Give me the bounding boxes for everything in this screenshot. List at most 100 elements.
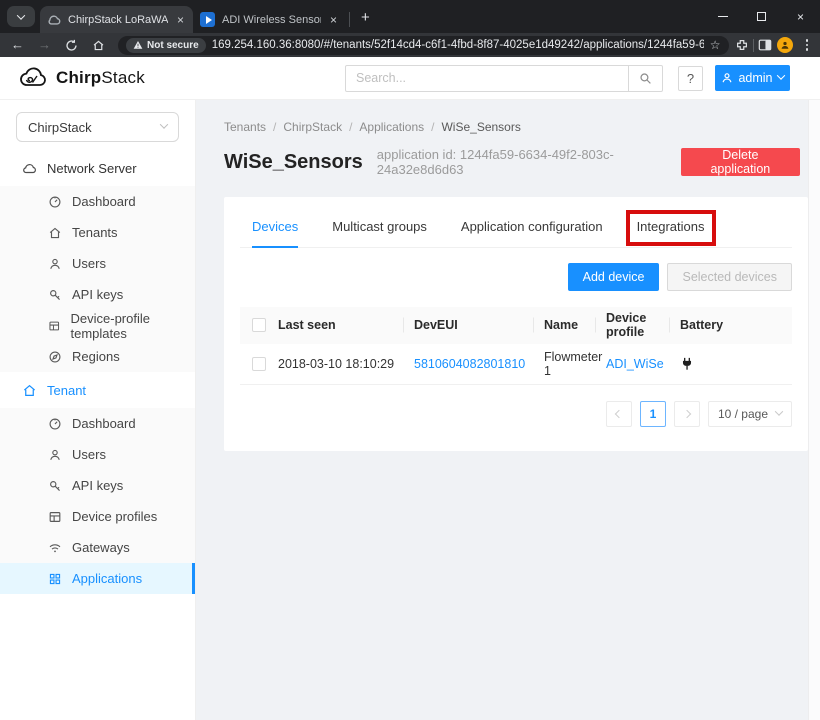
close-icon[interactable]: × (175, 13, 186, 27)
search-icon (639, 72, 652, 85)
selected-devices-button: Selected devices (667, 263, 792, 291)
tab-application-configuration[interactable]: Application configuration (461, 215, 603, 247)
not-secure-badge[interactable]: Not secure (126, 38, 206, 53)
tab-title: ChirpStack LoRaWAN® Networ (68, 14, 168, 26)
sidebar-item-tenant-dashboard[interactable]: Dashboard (0, 408, 195, 439)
back-button[interactable]: ← (4, 33, 31, 57)
wifi-icon (48, 541, 62, 555)
home-button[interactable] (85, 39, 112, 52)
table-header: Last seen DevEUI Name Device profile Bat… (240, 307, 792, 343)
app-header: ChirpStack ? admin (0, 57, 820, 100)
grid-icon (48, 319, 61, 333)
key-icon (48, 479, 62, 493)
main-content: Tenants/ChirpStack/Applications/WiSe_Sen… (196, 100, 808, 720)
page-number-button[interactable]: 1 (640, 401, 666, 427)
breadcrumb-applications[interactable]: Applications (359, 120, 424, 134)
toolbar-divider (753, 39, 754, 52)
forward-button: → (31, 33, 58, 57)
column-battery[interactable]: Battery (680, 318, 792, 332)
minimize-button[interactable] (703, 0, 742, 33)
page-size-select[interactable]: 10 / page (708, 401, 792, 427)
deveui-link[interactable]: 5810604082801810 (414, 357, 525, 371)
tab-title: ADI Wireless Sensor Hub (222, 14, 321, 26)
profile-avatar[interactable] (777, 37, 793, 53)
sidebar-item-tenant-users[interactable]: Users (0, 439, 195, 470)
help-button[interactable]: ? (678, 66, 703, 91)
application-card: Devices Multicast groups Application con… (224, 197, 808, 451)
sidebar-group-tenant[interactable]: Tenant (0, 372, 195, 408)
user-icon (48, 448, 62, 462)
devices-table: Last seen DevEUI Name Device profile Bat… (240, 307, 792, 385)
column-last-seen[interactable]: Last seen (278, 318, 414, 332)
compass-icon (48, 350, 62, 364)
user-icon (721, 72, 733, 84)
play-favicon-icon (200, 12, 215, 27)
select-all-checkbox[interactable] (252, 318, 266, 332)
sidebar-item-gateways[interactable]: Gateways (0, 532, 195, 563)
close-window-button[interactable]: × (781, 0, 820, 33)
column-name[interactable]: Name (544, 318, 606, 332)
add-device-button[interactable]: Add device (568, 263, 660, 291)
extensions-icon[interactable] (735, 38, 749, 52)
chirpstack-favicon-icon (47, 13, 61, 27)
application-id: application id: 1244fa59-6634-49f2-803c-… (377, 147, 681, 177)
sidebar: ChirpStack Network Server Dashboard Tena… (0, 100, 196, 720)
sidebar-item-tenant-api-keys[interactable]: API keys (0, 470, 195, 501)
table-row: 2018-03-10 18:10:29 5810604082801810 Flo… (240, 343, 792, 385)
sidebar-item-applications[interactable]: Applications (0, 563, 195, 594)
bookmark-star-icon[interactable]: ☆ (710, 38, 721, 52)
new-tab-button[interactable]: + (353, 9, 378, 26)
url-text[interactable]: 169.254.160.36:8080/#/tenants/52f14cd4-c… (212, 39, 704, 51)
column-deveui[interactable]: DevEUI (414, 318, 544, 332)
browser-menu-icon[interactable] (798, 39, 817, 51)
scrollbar-track[interactable] (808, 100, 820, 720)
reload-button[interactable] (58, 39, 85, 52)
pagination: 1 10 / page (240, 401, 792, 427)
breadcrumb: Tenants/ChirpStack/Applications/WiSe_Sen… (224, 120, 808, 134)
home-icon (22, 383, 37, 398)
sidebar-item-dashboard[interactable]: Dashboard (0, 186, 195, 217)
tab-devices[interactable]: Devices (252, 215, 298, 247)
address-bar[interactable]: Not secure 169.254.160.36:8080/#/tenants… (118, 36, 729, 55)
breadcrumb-chirpstack[interactable]: ChirpStack (283, 120, 342, 134)
tab-divider (349, 12, 350, 27)
breadcrumb-tenants[interactable]: Tenants (224, 120, 266, 134)
search-button[interactable] (628, 66, 662, 91)
close-icon[interactable]: × (328, 13, 339, 27)
row-checkbox[interactable] (252, 357, 266, 371)
sidebar-item-users[interactable]: Users (0, 248, 195, 279)
browser-tab-chirpstack[interactable]: ChirpStack LoRaWAN® Networ × (40, 6, 193, 33)
grid-icon (48, 510, 62, 524)
dashboard-icon (48, 417, 62, 431)
column-device-profile[interactable]: Device profile (606, 311, 680, 339)
next-page-button (674, 401, 700, 427)
chevron-down-icon (160, 120, 168, 128)
sidebar-item-device-profile-templates[interactable]: Device-profile templates (0, 310, 195, 341)
sidebar-group-network-server[interactable]: Network Server (0, 150, 195, 186)
sidebar-item-regions[interactable]: Regions (0, 341, 195, 372)
maximize-button[interactable] (742, 0, 781, 33)
sidebar-item-api-keys[interactable]: API keys (0, 279, 195, 310)
sidebar-item-device-profiles[interactable]: Device profiles (0, 501, 195, 532)
tab-integrations[interactable]: Integrations (637, 215, 705, 247)
tab-search-button[interactable] (7, 6, 35, 27)
browser-tab-adi[interactable]: ADI Wireless Sensor Hub × (193, 6, 346, 33)
dashboard-icon (48, 195, 62, 209)
search-input[interactable] (346, 66, 628, 91)
chevron-down-icon (775, 407, 783, 415)
delete-application-button[interactable]: Delete application (681, 148, 800, 176)
chirpstack-logo[interactable]: ChirpStack (18, 66, 145, 90)
user-menu-button[interactable]: admin (715, 65, 790, 91)
global-search (345, 65, 663, 92)
logo-text: ChirpStack (56, 68, 145, 88)
home-icon (48, 226, 62, 240)
sidebar-item-tenants[interactable]: Tenants (0, 217, 195, 248)
device-profile-link[interactable]: ADI_WiSe (606, 357, 664, 371)
cloud-logo-icon (18, 66, 50, 90)
tab-multicast-groups[interactable]: Multicast groups (332, 215, 427, 247)
user-icon (48, 257, 62, 271)
cell-last-seen: 2018-03-10 18:10:29 (278, 357, 414, 371)
side-panel-icon[interactable] (758, 38, 772, 52)
tenant-select[interactable]: ChirpStack (16, 112, 179, 142)
window-controls: × (703, 0, 820, 33)
